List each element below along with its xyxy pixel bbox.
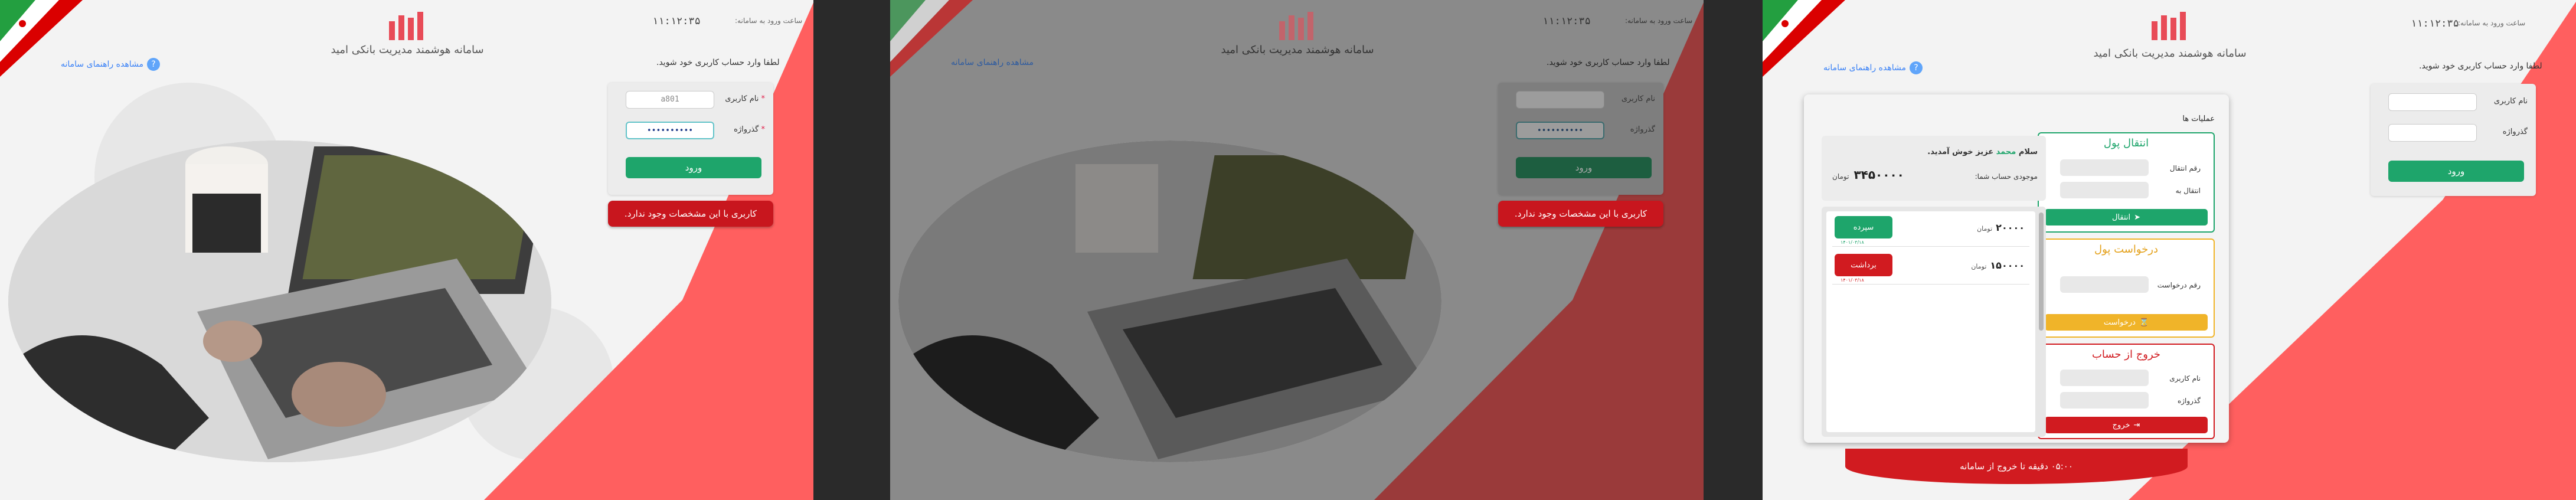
- username-label: * نام کاربری: [725, 94, 765, 103]
- transfer-button-label: انتقال: [2111, 213, 2131, 222]
- clock-time: ۱۱:۱۲:۳۵: [2411, 18, 2459, 30]
- username-label: نام کاربری: [2493, 97, 2528, 106]
- login-screen-overlay: سامانه هوشمند مدیریت بانکی امید ساعت ورو…: [890, 0, 1704, 500]
- transaction-amount: ۲۰۰۰۰ تومان: [1977, 222, 2025, 233]
- logout-username-label: نام کاربری: [2169, 374, 2201, 383]
- clock-label: ساعت ورود به سامانه:: [735, 17, 803, 25]
- exit-icon: ⇥: [2133, 420, 2140, 430]
- app-title: سامانه هوشمند مدیریت بانکی امید: [331, 44, 484, 56]
- app-title: سامانه هوشمند مدیریت بانکی امید: [1221, 44, 1374, 56]
- transfer-card: انتقال پول رقم انتقال انتقال به ➤ انتقال: [2038, 132, 2215, 233]
- clock-label: ساعت ورود به سامانه:: [1625, 17, 1693, 25]
- transactions-list[interactable]: ۲۰۰۰۰ تومان سپرده ۱۴۰۱/۰۳/۱۸ ۱۵۰۰۰۰ توما…: [1822, 207, 2046, 437]
- help-icon: ?: [1909, 61, 1923, 74]
- bank-logo: [1277, 11, 1315, 40]
- clock-time: ۱۱:۱۲:۳۵: [652, 15, 701, 27]
- bank-logo: [387, 11, 424, 40]
- login-form: * نام کاربری a801 * گذرواژه •••••••••• و…: [608, 83, 773, 195]
- username-field[interactable]: [2388, 93, 2477, 111]
- logout-password-label: گذرواژه: [2177, 397, 2201, 405]
- transaction-date: ۱۴۰۱/۰۳/۱۸: [1841, 277, 1864, 283]
- laptop-illustration: [898, 140, 1441, 462]
- logout-button[interactable]: ⇥ خروج: [2045, 417, 2208, 433]
- transaction-date: ۱۴۰۱/۰۳/۱۸: [1841, 240, 1864, 245]
- transfer-button[interactable]: ➤ انتقال: [2045, 209, 2208, 226]
- session-timer: ۰۵:۰۰ دقیقه تا خروج از سامانه: [1845, 449, 2188, 484]
- account-summary: سلام محمد عزیز خوش آمدید. موجودی حساب شم…: [1822, 136, 2046, 201]
- logout-button-label: خروج: [2112, 420, 2130, 430]
- hourglass-icon: ⌛: [2139, 318, 2149, 327]
- transfer-title: انتقال پول: [2103, 137, 2149, 149]
- transfer-amount-label: رقم انتقال: [2169, 164, 2201, 172]
- help-link[interactable]: مشاهده راهنمای سامانه: [951, 58, 1034, 67]
- error-message: کاربری با این مشخصات وجود ندارد.: [1498, 201, 1663, 227]
- logout-title: خروج از حساب: [2091, 348, 2161, 361]
- help-link-label: مشاهده راهنمای سامانه: [61, 60, 143, 69]
- password-field[interactable]: ••••••••••: [626, 122, 714, 139]
- password-field[interactable]: ••••••••••: [1516, 122, 1604, 139]
- dashboard-screen: سامانه هوشمند مدیریت بانکی امید ساعت ورو…: [1763, 0, 2576, 500]
- login-screen-error: سامانه هوشمند مدیریت بانکی امید ساعت ورو…: [0, 0, 813, 500]
- deposit-badge: سپرده: [1835, 216, 1892, 238]
- transfer-to-label: انتقال به: [2175, 187, 2201, 195]
- login-prompt: لطفا وارد حساب کاربری خود شوید.: [656, 58, 780, 67]
- logout-username-input[interactable]: [2060, 370, 2149, 386]
- transfer-to-input[interactable]: [2060, 182, 2149, 198]
- help-icon: ?: [146, 58, 160, 71]
- username-label: نام کاربری: [1621, 94, 1655, 103]
- transactions-scrollbar[interactable]: [2039, 213, 2044, 331]
- password-field[interactable]: [2388, 124, 2477, 142]
- help-link[interactable]: ? مشاهده راهنمای سامانه: [61, 58, 160, 71]
- request-amount-label: رقم درخواست: [2157, 281, 2201, 289]
- request-amount-input[interactable]: [2060, 276, 2149, 293]
- login-prompt: لطفا وارد حساب کاربری خود شوید.: [2419, 61, 2542, 71]
- error-message: کاربری با این مشخصات وجود ندارد.: [608, 201, 773, 227]
- app-title: سامانه هوشمند مدیریت بانکی امید: [2093, 47, 2247, 60]
- login-form: نام کاربری گذرواژه •••••••••• ورود: [1498, 83, 1663, 195]
- send-icon: ➤: [2134, 213, 2141, 222]
- help-link-label: مشاهده راهنمای سامانه: [1823, 63, 1906, 73]
- laptop-illustration: [8, 140, 551, 462]
- hero-photo: [898, 140, 1441, 462]
- request-card: درخواست پول رقم درخواست ⌛ درخواست: [2038, 238, 2215, 338]
- transaction-row: ۲۰۰۰۰ تومان سپرده ۱۴۰۱/۰۳/۱۸: [1832, 211, 2029, 247]
- transfer-amount-input[interactable]: [2060, 159, 2149, 176]
- clock-time: ۱۱:۱۲:۳۵: [1542, 15, 1591, 27]
- request-button-label: درخواست: [2103, 318, 2136, 327]
- operations-dashboard: عملیات ها انتقال پول رقم انتقال انتقال ب…: [1804, 94, 2229, 443]
- help-link-label: مشاهده راهنمای سامانه: [951, 58, 1034, 67]
- logout-card: خروج از حساب نام کاربری گذرواژه ⇥ خروج: [2038, 344, 2215, 439]
- dashboard-title: عملیات ها: [2182, 115, 2215, 123]
- logout-password-input[interactable]: [2060, 392, 2149, 409]
- login-button[interactable]: ورود: [1516, 157, 1652, 178]
- login-prompt: لطفا وارد حساب کاربری خود شوید.: [1547, 58, 1670, 67]
- help-link[interactable]: ? مشاهده راهنمای سامانه: [1823, 61, 1923, 74]
- transaction-row: ۱۵۰۰۰۰ تومان برداشت ۱۴۰۱/۰۳/۱۸: [1832, 249, 2029, 285]
- request-button[interactable]: ⌛ درخواست: [2045, 314, 2208, 331]
- withdraw-badge: برداشت: [1835, 254, 1892, 276]
- clock-label: ساعت ورود به سامانه:: [2458, 19, 2526, 27]
- username-field[interactable]: [1516, 91, 1604, 109]
- login-button[interactable]: ورود: [2388, 161, 2524, 182]
- login-form: نام کاربری گذرواژه ورود: [2371, 84, 2536, 196]
- request-title: درخواست پول: [2094, 243, 2158, 256]
- password-label: گذرواژه: [2502, 128, 2528, 136]
- balance-label: موجودی حساب شما:: [1975, 172, 2038, 181]
- greeting: سلام محمد عزیز خوش آمدید.: [1927, 148, 2038, 156]
- password-label: گذرواژه: [1630, 125, 1655, 134]
- password-label: * گذرواژه: [734, 125, 765, 134]
- username-field[interactable]: a801: [626, 91, 714, 109]
- hero-photo: [8, 140, 551, 462]
- balance-value: ۳۴۵۰۰۰۰ تومان: [1832, 168, 1904, 182]
- transactions-body: ۲۰۰۰۰ تومان سپرده ۱۴۰۱/۰۳/۱۸ ۱۵۰۰۰۰ توما…: [1826, 211, 2035, 432]
- login-button[interactable]: ورود: [626, 157, 761, 178]
- bank-logo: [2149, 11, 2187, 40]
- transaction-amount: ۱۵۰۰۰۰ تومان: [1971, 260, 2025, 271]
